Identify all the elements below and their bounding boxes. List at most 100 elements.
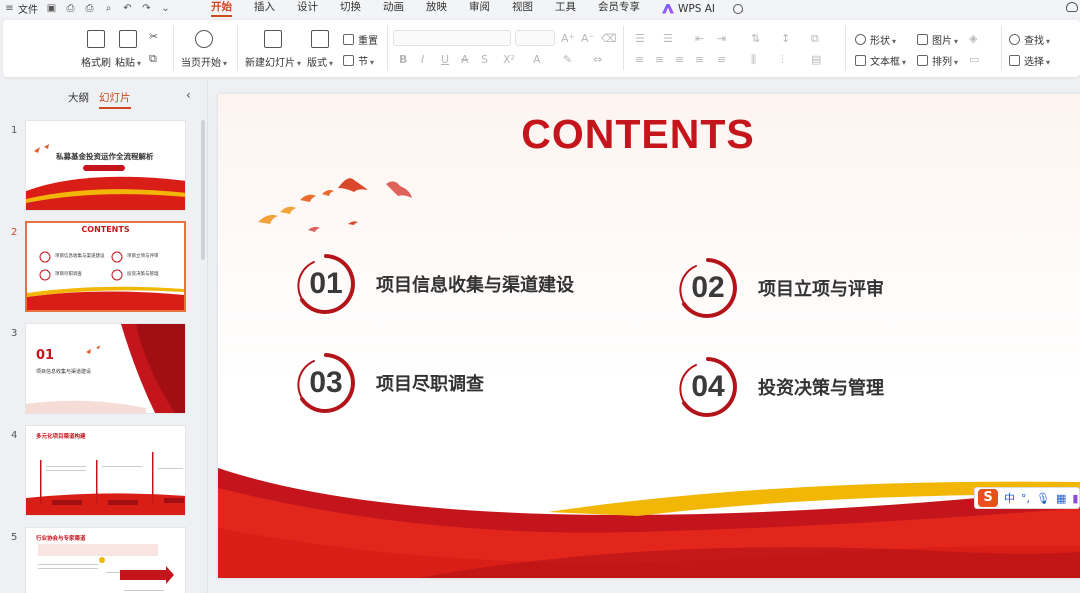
slide-title[interactable]: CONTENTS — [218, 111, 1058, 158]
layout-button[interactable]: 版式 — [307, 30, 333, 69]
strikethrough-icon[interactable]: A — [461, 53, 469, 66]
slide-number: 2 — [11, 227, 18, 238]
reset-button[interactable]: 重置 — [343, 32, 378, 47]
shrink-font-icon[interactable]: A⁻ — [581, 32, 594, 45]
slide-canvas[interactable]: CONTENTS 01 项目信息收集与渠道建设 02 项目立项与评审 03 项目… — [218, 94, 1080, 578]
tab-outline[interactable]: 大纲 — [68, 90, 89, 109]
justify-icon[interactable]: ≡ — [695, 53, 704, 66]
contents-number-4-text: 04 — [691, 370, 725, 403]
convert-smartart-icon[interactable]: ⧉ — [811, 32, 819, 46]
wps-ai-button[interactable]: WPS AI — [662, 3, 715, 15]
font-size-select[interactable] — [515, 30, 555, 46]
shape-label: 形状 — [870, 32, 896, 47]
shadow-icon[interactable]: S — [481, 53, 488, 66]
tab-transition[interactable]: 切换 — [340, 0, 361, 17]
highlight-icon[interactable]: ✎ — [563, 53, 572, 66]
tab-view[interactable]: 视图 — [512, 0, 533, 17]
cut-icon[interactable]: ✂ — [149, 30, 158, 43]
tab-animation[interactable]: 动画 — [383, 0, 404, 17]
grow-font-icon[interactable]: A⁺ — [561, 32, 574, 45]
contents-item-1[interactable]: 01 项目信息收集与渠道建设 — [294, 252, 574, 316]
align-center-icon[interactable]: ≡ — [655, 53, 664, 66]
tab-review[interactable]: 审阅 — [469, 0, 490, 17]
new-slide-button[interactable]: 新建幻灯片 — [245, 30, 301, 69]
print-preview-icon[interactable]: ⌕ — [103, 3, 114, 14]
export-icon[interactable]: ⎙ — [65, 3, 76, 14]
file-menu[interactable]: ≡ 文件 — [4, 1, 38, 16]
outline-color-icon[interactable]: ▭ — [969, 53, 979, 66]
numbered-list-icon[interactable]: ☰ — [663, 32, 673, 45]
contents-item-2[interactable]: 02 项目立项与评审 — [676, 256, 884, 320]
from-current-slide-button[interactable]: 当页开始 — [181, 30, 227, 69]
picture-button[interactable]: 图片 — [917, 32, 958, 47]
shape-button[interactable]: 形状 — [855, 32, 896, 47]
hamburger-icon: ≡ — [5, 3, 14, 14]
text-direction-icon[interactable]: ⇅ — [751, 32, 760, 45]
keyboard-icon[interactable]: ▦ — [1056, 492, 1066, 505]
char-spacing-icon[interactable]: ⇔ — [593, 53, 602, 66]
bold-icon[interactable]: B — [399, 53, 407, 66]
save-icon[interactable]: ▣ — [46, 3, 57, 14]
more-dropdown-icon[interactable]: ⌄ — [160, 3, 171, 14]
align-left-icon[interactable]: ≡ — [635, 53, 644, 66]
tab-insert[interactable]: 插入 — [254, 0, 275, 17]
columns-icon[interactable]: ⫼ — [751, 53, 756, 67]
cloud-sync-icon[interactable] — [1066, 2, 1078, 12]
format-painter-button[interactable]: 格式刷 — [81, 30, 111, 69]
microphone-icon[interactable]: 🎙 — [1036, 492, 1050, 505]
line-spacing-icon[interactable]: ↕ — [781, 32, 790, 45]
align-right-icon[interactable]: ≡ — [675, 53, 684, 66]
distribute-icon[interactable]: ≡ — [717, 53, 726, 66]
bullet-list-icon[interactable]: ☰ — [635, 32, 645, 45]
tab-home[interactable]: 开始 — [211, 0, 232, 17]
new-slide-icon — [264, 30, 282, 48]
fill-color-icon[interactable]: ◈ — [969, 32, 977, 45]
increase-indent-icon[interactable]: ⇥ — [717, 32, 726, 45]
decrease-indent-icon[interactable]: ⇤ — [695, 32, 704, 45]
slide-thumbnail-2[interactable]: CONTENTS 项目信息收集与渠道建设 项目立项与评审 项目尽职调查 投资决策… — [25, 221, 186, 312]
paste-button[interactable]: 粘贴 — [115, 30, 141, 69]
contents-number-3: 03 — [294, 351, 358, 415]
thumb3-title: 项目信息收集与渠道建设 — [36, 369, 92, 375]
slide-thumbnail-3[interactable]: 01 项目信息收集与渠道建设 — [25, 323, 186, 414]
redo-icon[interactable]: ↷ — [141, 3, 152, 14]
italic-icon[interactable]: I — [421, 53, 424, 66]
tab-slides[interactable]: 幻灯片 — [99, 90, 131, 109]
vertical-align-icon[interactable]: ⫶ — [781, 53, 784, 67]
superscript-icon[interactable]: X² — [503, 53, 515, 66]
collapse-panel-icon[interactable]: ‹ — [186, 88, 191, 102]
tab-member[interactable]: 会员专享 — [598, 0, 640, 17]
arrange-button[interactable]: 排列 — [917, 53, 958, 68]
textbox-icon — [855, 55, 866, 66]
tab-design[interactable]: 设计 — [297, 0, 318, 17]
sogou-logo-icon[interactable]: S — [978, 489, 998, 507]
print-icon[interactable]: ⎙ — [84, 3, 95, 14]
slide-thumbnail-5[interactable]: 行业协会与专家渠道 — [25, 527, 186, 593]
undo-icon[interactable]: ↶ — [122, 3, 133, 14]
tab-tools[interactable]: 工具 — [555, 0, 576, 17]
contents-item-4[interactable]: 04 投资决策与管理 — [676, 355, 884, 419]
clear-format-icon[interactable]: ⌫ — [601, 32, 617, 45]
copy-icon[interactable]: ⧉ — [149, 52, 157, 66]
ime-toolbar[interactable]: S 中 °, 🎙 ▦ ▮ — [974, 487, 1080, 509]
section-button[interactable]: 节 — [343, 53, 374, 68]
contents-number-1: 01 — [294, 252, 358, 316]
skin-icon[interactable]: ▮ — [1072, 492, 1078, 505]
search-icon[interactable] — [733, 3, 743, 14]
slide-thumbnail-1[interactable]: 私募基金投资运作全流程解析 — [25, 120, 186, 211]
ime-language-toggle[interactable]: 中 — [1004, 490, 1015, 506]
select-button[interactable]: 选择 — [1009, 53, 1050, 68]
slide-thumbnail-4[interactable]: 多元化项目渠道构建 — [25, 425, 186, 516]
textbox-button[interactable]: 文本框 — [855, 53, 906, 68]
font-name-select[interactable] — [393, 30, 511, 46]
tab-slideshow[interactable]: 放映 — [426, 0, 447, 17]
find-button[interactable]: 查找 — [1009, 32, 1050, 47]
underline-icon[interactable]: U — [441, 53, 449, 66]
contents-item-3[interactable]: 03 项目尽职调查 — [294, 351, 484, 415]
thumb1-title: 私募基金投资运作全流程解析 — [56, 152, 154, 161]
font-color-icon[interactable]: A — [533, 53, 541, 66]
panel-scrollbar[interactable] — [201, 120, 205, 260]
ime-punctuation-toggle[interactable]: °, — [1021, 492, 1030, 505]
text-box-align-icon[interactable]: ▤ — [811, 53, 821, 66]
file-menu-label: 文件 — [18, 5, 38, 16]
